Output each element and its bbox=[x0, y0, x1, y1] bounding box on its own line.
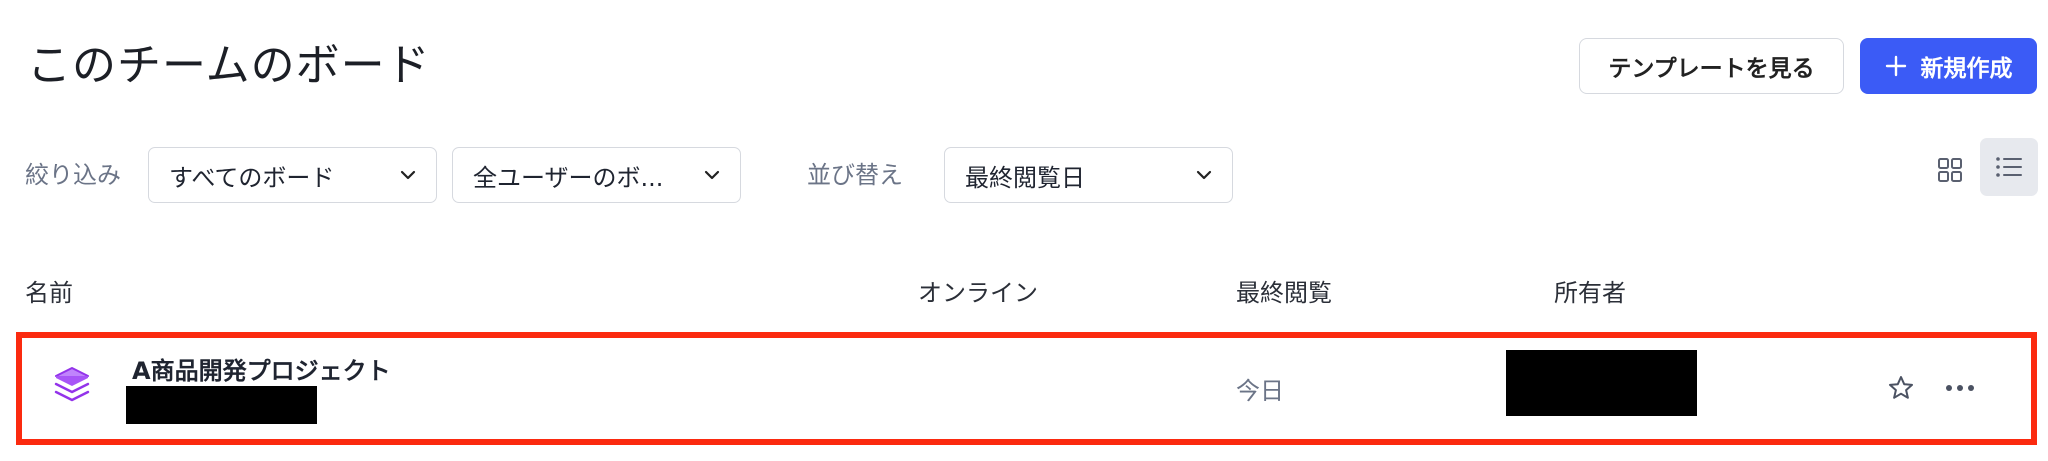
board-scope-value: すべてのボード bbox=[169, 163, 335, 192]
chevron-down-icon bbox=[400, 170, 416, 180]
grid-view-icon bbox=[1938, 158, 1962, 182]
sort-label: 並び替え bbox=[807, 161, 903, 189]
table-row[interactable] bbox=[16, 332, 2037, 445]
favorite-button[interactable] bbox=[1884, 371, 1918, 405]
column-header-last-viewed: 最終閲覧 bbox=[1236, 279, 1332, 307]
chevron-down-icon bbox=[1196, 170, 1212, 180]
column-header-name: 名前 bbox=[25, 279, 73, 307]
list-view-icon bbox=[1996, 157, 2022, 177]
row-last-viewed: 今日 bbox=[1236, 377, 1284, 405]
user-scope-value: 全ユーザーのボ... bbox=[473, 163, 664, 192]
star-icon bbox=[1889, 376, 1913, 399]
user-scope-select[interactable]: 全ユーザーのボ... bbox=[452, 147, 741, 203]
board-name[interactable]: A商品開発プロジェクト bbox=[132, 354, 391, 388]
board-scope-select[interactable]: すべてのボード bbox=[148, 147, 437, 203]
view-templates-label: テンプレートを見る bbox=[1608, 56, 1815, 82]
redacted-owner bbox=[1506, 350, 1697, 416]
sort-select[interactable]: 最終閲覧日 bbox=[944, 147, 1233, 203]
plus-icon bbox=[1885, 55, 1906, 77]
sort-value: 最終閲覧日 bbox=[965, 163, 1085, 192]
filter-label: 絞り込み bbox=[25, 161, 121, 189]
create-new-label: 新規作成 bbox=[1920, 56, 2013, 82]
column-header-online: オンライン bbox=[918, 279, 1038, 307]
create-new-button[interactable]: 新規作成 bbox=[1860, 38, 2037, 94]
redacted-board-meta bbox=[126, 386, 317, 424]
list-view-button[interactable] bbox=[1980, 138, 2038, 196]
chevron-down-icon bbox=[704, 170, 720, 180]
more-options-button[interactable] bbox=[1940, 371, 1980, 405]
board-stack-icon bbox=[54, 367, 90, 402]
more-horizontal-icon bbox=[1946, 385, 1974, 391]
grid-view-button[interactable] bbox=[1925, 145, 1975, 195]
view-templates-button[interactable]: テンプレートを見る bbox=[1579, 38, 1844, 94]
column-header-owner: 所有者 bbox=[1554, 279, 1626, 307]
page-title: このチームのボード bbox=[27, 40, 431, 91]
